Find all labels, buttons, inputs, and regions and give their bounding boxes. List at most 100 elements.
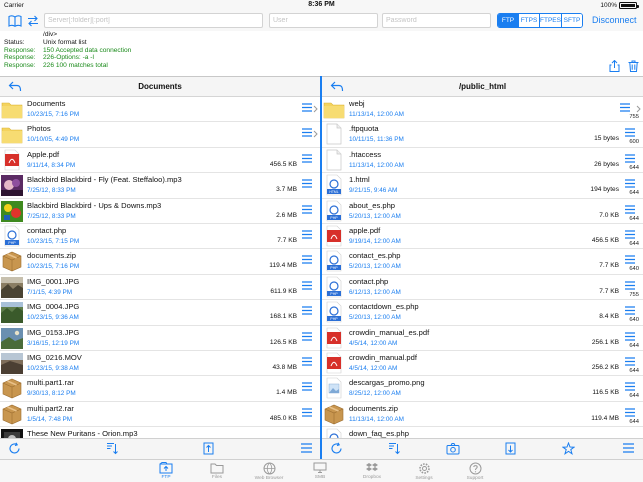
folder-row[interactable]: webj 11/13/14, 12:00 AM 755 xyxy=(322,97,643,123)
file-row[interactable]: crowdin_manual_es.pdf 4/5/14, 12:00 AM 256… xyxy=(322,326,643,351)
row-menu-icon[interactable] xyxy=(625,204,635,214)
tab-label: Files xyxy=(211,475,223,480)
row-menu-icon[interactable] xyxy=(302,179,312,188)
file-row[interactable]: PHP contactdown_es.php 5/20/13, 12:00 AM 8.… xyxy=(322,300,643,326)
file-date: 6/12/13, 12:00 AM xyxy=(349,288,401,296)
file-row[interactable]: PHP about_es.php 5/20/13, 12:00 AM 7.0 KB 64… xyxy=(322,199,643,224)
list-menu-icon[interactable] xyxy=(622,442,635,454)
file-date: 5/20/13, 12:00 AM xyxy=(349,314,401,322)
row-menu-icon[interactable] xyxy=(625,357,635,366)
file-permissions: 640 xyxy=(629,266,639,273)
row-menu-icon[interactable] xyxy=(625,408,635,417)
file-row[interactable]: multi.part2.rar 1/5/14, 7:48 PM 485.0 KB xyxy=(0,402,320,428)
file-row[interactable]: These New Puritans - Orion.mp3 xyxy=(0,427,320,438)
row-menu-icon[interactable] xyxy=(625,281,635,290)
row-menu-icon[interactable] xyxy=(302,382,312,391)
folder-row[interactable]: Photos 10/10/05, 4:49 PM xyxy=(0,122,320,148)
file-size: 256.2 KB xyxy=(591,363,619,371)
file-row[interactable]: PHP contact.php 10/23/15, 7:15 PM 7.7 KB xyxy=(0,224,320,250)
protocol-ftp-button[interactable]: FTP xyxy=(498,14,519,27)
protocol-ftps-button[interactable]: FTPS xyxy=(518,14,540,27)
file-row[interactable]: multi.part1.rar 9/30/13, 8:12 PM 1.4 MB xyxy=(0,376,320,402)
refresh-icon[interactable] xyxy=(330,442,343,455)
bookmarks-icon[interactable] xyxy=(8,14,22,28)
php-icon: PHP xyxy=(323,428,345,438)
tab-web-browser[interactable]: Web Browser xyxy=(244,461,294,481)
row-menu-icon[interactable] xyxy=(625,306,635,315)
upload-icon[interactable] xyxy=(203,442,214,455)
tab-ftp[interactable]: FTP xyxy=(141,461,191,480)
file-size: 7.0 KB xyxy=(599,211,619,219)
smb-icon xyxy=(295,462,345,474)
ftp-icon xyxy=(141,462,191,474)
protocol-sftp-button[interactable]: SFTP xyxy=(560,14,582,27)
row-menu-icon[interactable] xyxy=(625,331,635,341)
row-menu-icon[interactable] xyxy=(302,154,312,163)
chevron-right-icon xyxy=(313,130,318,138)
file-size: 7.7 KB xyxy=(599,287,619,295)
disconnect-button[interactable]: Disconnect xyxy=(592,15,637,25)
file-row[interactable]: .htaccess 11/13/14, 12:00 AM 26 bytes 644 xyxy=(322,148,643,174)
folder-row[interactable]: Documents 10/23/15, 7:16 PM xyxy=(0,97,320,123)
row-menu-icon[interactable] xyxy=(302,255,312,264)
file-row[interactable]: Blackbird Blackbird - Fly (Feat. Steffal… xyxy=(0,173,320,199)
file-row[interactable]: PHP contact_es.php 5/20/13, 12:00 AM 7.7 KB… xyxy=(322,249,643,275)
row-menu-icon[interactable] xyxy=(302,357,312,366)
file-row[interactable]: Apple.pdf 9/11/14, 8:34 PM 456.5 KB xyxy=(0,148,320,174)
list-menu-icon[interactable] xyxy=(300,442,313,454)
protocol-ftpes-button[interactable]: FTPES xyxy=(539,14,561,27)
file-row[interactable]: HTML 1.html 9/21/15, 9:46 AM 194 bytes 644 xyxy=(322,173,643,199)
download-icon[interactable] xyxy=(505,442,516,455)
refresh-icon[interactable] xyxy=(8,442,21,455)
file-row[interactable]: documents.zip 11/13/14, 12:00 AM 119.4 MB 6… xyxy=(322,402,643,428)
pdf-icon xyxy=(1,149,23,171)
row-menu-icon[interactable] xyxy=(302,281,312,290)
row-menu-icon[interactable] xyxy=(302,230,312,239)
tab-support[interactable]: Support xyxy=(450,461,500,481)
file-row[interactable]: PHP down_faq_es.php xyxy=(322,427,643,438)
row-menu-icon[interactable] xyxy=(625,255,635,264)
swap-arrows-icon[interactable] xyxy=(26,14,40,28)
file-row[interactable]: documents.zip 10/23/15, 7:16 PM 119.4 MB xyxy=(0,249,320,275)
tab-settings[interactable]: Settings xyxy=(399,461,449,481)
file-row[interactable]: IMG_0001.JPG 7/1/15, 4:39 PM 611.9 KB xyxy=(0,275,320,301)
row-menu-icon[interactable] xyxy=(302,331,312,341)
star-icon[interactable] xyxy=(562,442,575,455)
sort-icon[interactable] xyxy=(388,442,401,455)
png-icon xyxy=(323,377,345,399)
photo2-icon xyxy=(1,301,23,324)
row-menu-icon[interactable] xyxy=(620,103,630,112)
tab-smb[interactable]: SMB xyxy=(295,461,345,480)
file-date: 5/20/13, 12:00 AM xyxy=(349,263,401,271)
file-row[interactable]: crowdin_manual.pdf 4/5/14, 12:00 AM 256.2 … xyxy=(322,351,643,377)
file-row[interactable]: IMG_0004.JPG 10/23/15, 9:36 AM 168.1 KB xyxy=(0,300,320,326)
row-menu-icon[interactable] xyxy=(302,204,312,214)
share-icon[interactable] xyxy=(609,60,620,72)
row-menu-icon[interactable] xyxy=(302,306,312,315)
file-row[interactable]: descargas_promo.png 8/25/12, 12:00 AM 116.… xyxy=(322,376,643,402)
trash-icon[interactable] xyxy=(628,60,639,72)
row-menu-icon[interactable] xyxy=(302,128,312,137)
tab-dropbox[interactable]: Dropbox xyxy=(347,461,397,480)
file-row[interactable]: .ftpquota 10/11/15, 11:36 PM 15 bytes 600 xyxy=(322,122,643,148)
row-menu-icon[interactable] xyxy=(625,154,635,163)
file-row[interactable]: IMG_0216.MOV 10/23/15, 9:38 AM 43.8 MB xyxy=(0,351,320,377)
file-row[interactable]: apple.pdf 9/19/14, 12:00 AM 456.5 KB 644 xyxy=(322,224,643,250)
file-row[interactable]: IMG_0153.JPG 3/16/15, 12:19 PM 126.5 KB xyxy=(0,326,320,351)
file-row[interactable]: PHP contact.php 6/12/13, 12:00 AM 7.7 KB 755 xyxy=(322,275,643,301)
row-menu-icon[interactable] xyxy=(625,179,635,188)
row-menu-icon[interactable] xyxy=(625,230,635,239)
row-menu-icon[interactable] xyxy=(625,128,635,137)
sort-icon[interactable] xyxy=(106,442,119,455)
user-input[interactable] xyxy=(269,13,378,28)
file-row[interactable]: Blackbird Blackbird - Ups & Downs.mp3 7/2… xyxy=(0,199,320,224)
row-menu-icon[interactable] xyxy=(302,103,312,112)
file-date: 10/23/15, 7:16 PM xyxy=(27,111,80,118)
row-menu-icon[interactable] xyxy=(625,382,635,391)
tab-files[interactable]: Files xyxy=(192,461,242,480)
clock: 8:36 PM xyxy=(308,1,335,8)
camera-icon[interactable] xyxy=(446,442,460,455)
row-menu-icon[interactable] xyxy=(302,408,312,417)
password-input[interactable] xyxy=(382,13,491,28)
server-input[interactable] xyxy=(44,13,263,28)
